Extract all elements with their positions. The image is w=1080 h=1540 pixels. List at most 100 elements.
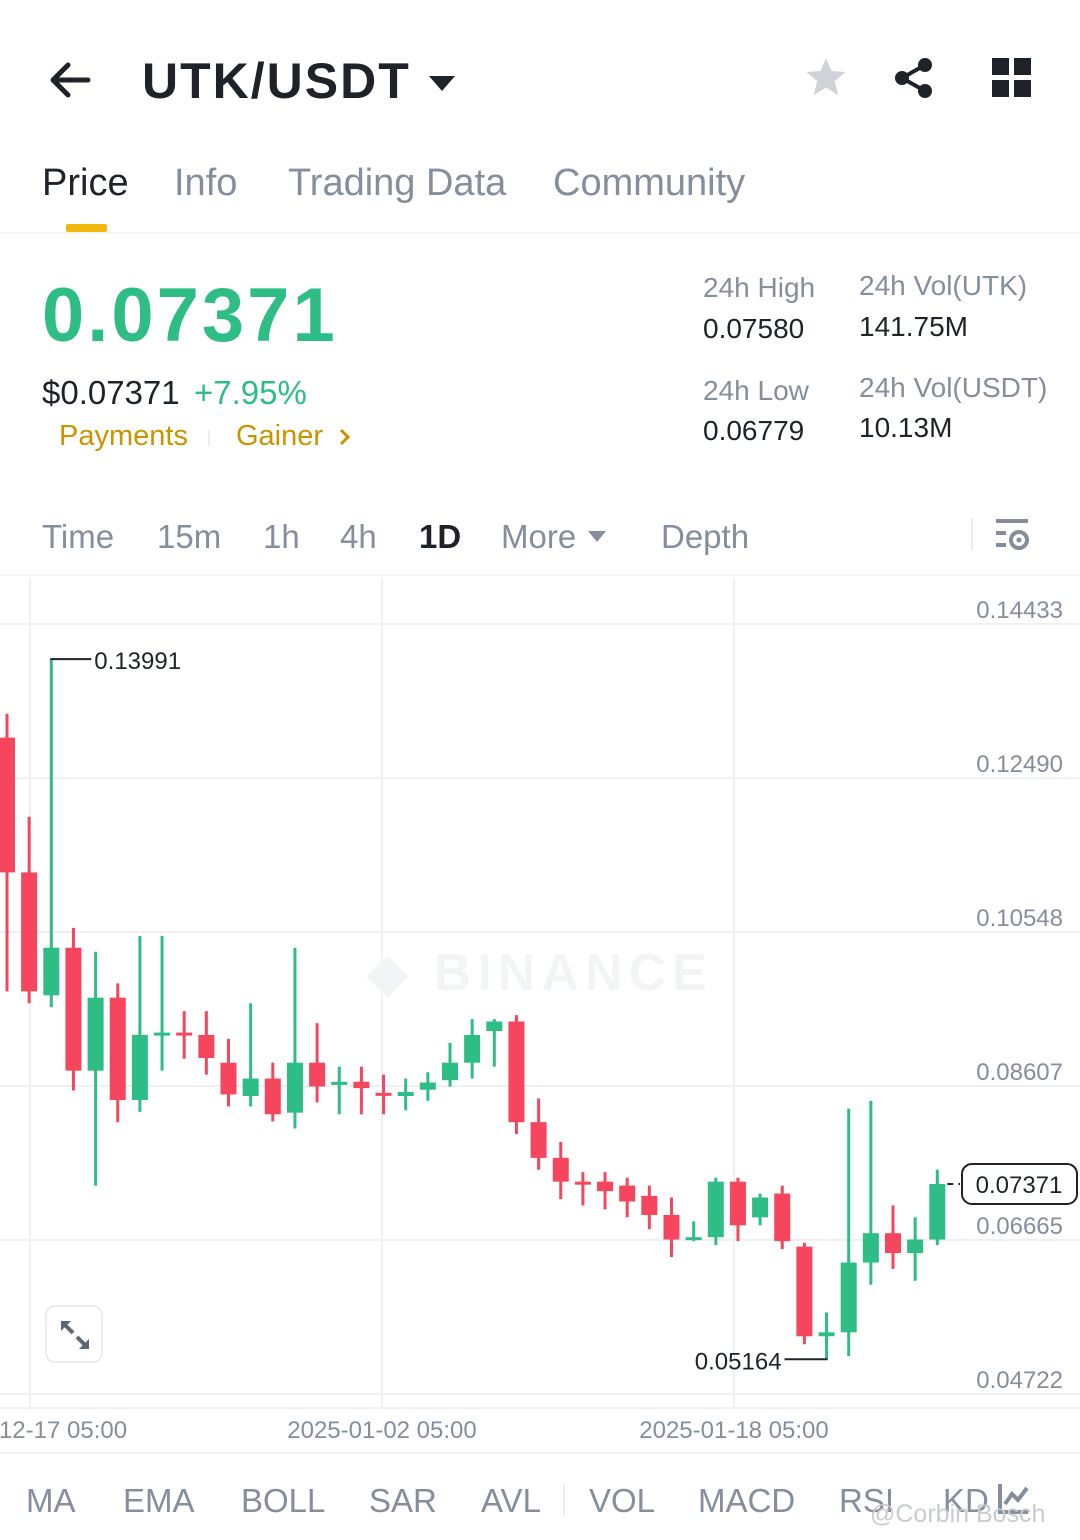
chevron-right-icon[interactable]	[336, 426, 354, 448]
ind-macd[interactable]: MACD	[698, 1482, 795, 1520]
tag-gainer[interactable]: Gainer	[236, 420, 323, 453]
current-price-label: 0.07371	[976, 1172, 1063, 1199]
candle-body	[375, 1092, 392, 1096]
candle-body	[796, 1246, 813, 1337]
tf-15m[interactable]: 15m	[157, 518, 221, 556]
candle-body	[397, 1092, 414, 1097]
divider	[971, 518, 973, 550]
ind-ema[interactable]: EMA	[123, 1482, 195, 1520]
low-marker-label: 0.05164	[695, 1348, 782, 1375]
pair-title: UTK/USDT	[142, 53, 411, 109]
low-marker-line	[784, 1358, 828, 1361]
candle-body	[774, 1193, 791, 1242]
candle-body	[663, 1214, 680, 1240]
tab-info[interactable]: Info	[174, 162, 237, 205]
binance-watermark: ◆ BINANCE	[366, 944, 712, 1002]
candle-body	[862, 1233, 879, 1263]
candle-body	[198, 1034, 215, 1058]
tag-payments[interactable]: Payments	[59, 420, 188, 453]
low-value: 0.06779	[703, 415, 805, 446]
price-change: +7.95%	[194, 374, 307, 411]
candle-body	[685, 1237, 702, 1241]
timeframe-bar: Time 15m 1h 4h 1D More Depth	[0, 500, 1080, 576]
candle-body	[331, 1081, 348, 1085]
pair-selector[interactable]: UTK/USDT	[142, 52, 455, 110]
candle-body	[0, 737, 15, 873]
y-tick-label: 0.04722	[976, 1367, 1063, 1394]
chevron-down-icon	[588, 531, 606, 542]
candle-body	[87, 997, 104, 1071]
tf-time[interactable]: Time	[42, 518, 114, 556]
candle-body	[707, 1181, 724, 1238]
high-value: 0.07580	[703, 313, 805, 344]
tf-depth[interactable]: Depth	[661, 518, 749, 556]
candle-body	[729, 1181, 746, 1226]
tag-divider	[208, 430, 210, 446]
candle-body	[486, 1021, 503, 1032]
y-tick-label: 0.06665	[976, 1213, 1063, 1240]
grid-icon[interactable]	[988, 54, 1036, 102]
candle-body	[131, 1034, 148, 1100]
y-tick-label: 0.08607	[976, 1059, 1063, 1086]
vol-quote-value: 10.13M	[859, 412, 953, 443]
tab-price[interactable]: Price	[42, 162, 129, 205]
candle-body	[21, 872, 38, 992]
chart-settings-icon[interactable]	[994, 516, 1032, 554]
candle-body	[929, 1184, 946, 1240]
candle-body	[109, 997, 126, 1100]
candle-body	[619, 1185, 636, 1202]
x-tick-label: 12-17 05:00	[0, 1417, 127, 1444]
divider	[563, 1484, 565, 1516]
candle-body	[574, 1181, 591, 1185]
candle-body	[353, 1081, 370, 1089]
tf-1d[interactable]: 1D	[419, 518, 461, 556]
candle-body	[885, 1233, 901, 1254]
candle-body	[264, 1078, 281, 1115]
vol-base-value: 141.75M	[859, 311, 968, 342]
candle-body	[419, 1082, 436, 1090]
expand-icon	[61, 1321, 89, 1349]
candle-body	[818, 1332, 835, 1337]
share-icon[interactable]	[890, 54, 938, 102]
candle-body	[530, 1122, 547, 1158]
high-marker-line	[50, 658, 92, 661]
back-arrow-icon[interactable]	[44, 54, 96, 106]
ind-sar[interactable]: SAR	[369, 1482, 437, 1520]
tf-4h[interactable]: 4h	[340, 518, 377, 556]
tab-trading-data[interactable]: Trading Data	[288, 162, 506, 205]
candle-body	[464, 1034, 481, 1063]
tab-community[interactable]: Community	[553, 162, 745, 205]
y-tick-label: 0.12490	[976, 751, 1063, 778]
tf-more[interactable]: More	[501, 518, 576, 556]
low-label: 24h Low	[703, 375, 809, 406]
candle-body	[907, 1239, 924, 1254]
candle-body	[840, 1262, 857, 1333]
tf-1h[interactable]: 1h	[263, 518, 300, 556]
fullscreen-button[interactable]	[45, 1305, 103, 1363]
y-tick-label: 0.10548	[976, 905, 1063, 932]
candle-body	[552, 1157, 569, 1182]
candlestick-chart[interactable]: ◆ BINANCE 0.13991 0.05164 0.14433 0.12490 0.1…	[0, 578, 1080, 1450]
ind-vol[interactable]: VOL	[589, 1482, 655, 1520]
star-icon[interactable]	[802, 54, 850, 102]
section-tabs: Price Info Trading Data Community	[0, 152, 1080, 234]
candle-body	[752, 1197, 769, 1218]
candle-body	[309, 1062, 326, 1087]
y-tick-label: 0.14433	[976, 597, 1063, 624]
candle-body	[65, 947, 82, 1071]
high-label: 24h High	[703, 272, 816, 303]
vol-base-label: 24h Vol(UTK)	[859, 270, 1028, 301]
ind-avl[interactable]: AVL	[481, 1482, 541, 1520]
ind-ma[interactable]: MA	[26, 1482, 76, 1520]
usd-price: $0.07371	[42, 374, 180, 411]
vol-quote-label: 24h Vol(USDT)	[859, 372, 1048, 403]
candle-body	[43, 947, 60, 996]
high-marker-label: 0.13991	[94, 648, 181, 675]
candle-body	[176, 1032, 193, 1036]
candle-body	[508, 1021, 525, 1123]
candle-body	[242, 1078, 259, 1097]
candle-body	[154, 1032, 171, 1036]
ind-boll[interactable]: BOLL	[241, 1482, 325, 1520]
x-tick-label: 2025-01-18 05:00	[639, 1417, 829, 1444]
x-tick-label: 2025-01-02 05:00	[287, 1417, 477, 1444]
